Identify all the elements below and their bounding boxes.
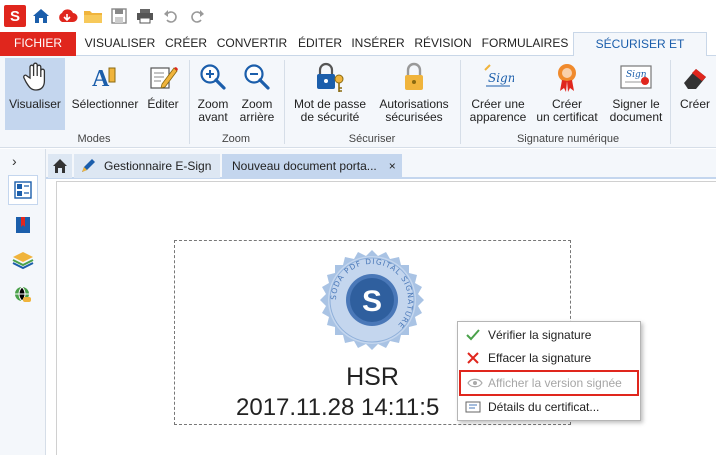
group-separator bbox=[460, 60, 461, 144]
eraser-icon bbox=[674, 58, 716, 96]
tab-formulaires[interactable]: FORMULAIRES bbox=[478, 32, 572, 56]
delete-x-icon bbox=[458, 352, 488, 364]
creer-apparence-button[interactable]: Sign Créer une apparence bbox=[466, 58, 530, 130]
save-icon[interactable] bbox=[108, 5, 130, 27]
print-icon[interactable] bbox=[134, 5, 156, 27]
eye-icon bbox=[461, 378, 488, 388]
zoom-in-label-2: avant bbox=[198, 110, 228, 124]
edit-pencil-icon bbox=[143, 58, 183, 96]
creer-apparence-label-2: apparence bbox=[469, 110, 527, 124]
sign-document-icon: Sign bbox=[604, 58, 668, 96]
autorisations-label-2: sécurisées bbox=[385, 110, 443, 124]
hand-icon bbox=[5, 58, 65, 96]
seal-letter: S bbox=[362, 285, 382, 318]
lock-icon bbox=[374, 58, 454, 96]
bookmarks-panel-icon[interactable] bbox=[8, 210, 38, 240]
close-tab-icon[interactable]: × bbox=[389, 159, 396, 173]
group-label-signature: Signature numérique bbox=[516, 133, 620, 145]
expand-panel-icon[interactable]: › bbox=[12, 153, 17, 169]
menu-item-label: Effacer la signature bbox=[488, 351, 592, 365]
home-tab-icon bbox=[53, 159, 67, 173]
quick-access-toolbar: S bbox=[0, 0, 716, 32]
zoom-in-button[interactable]: Zoom avant bbox=[194, 58, 232, 130]
links-panel-icon[interactable] bbox=[8, 280, 38, 310]
group-label-zoom: Zoom bbox=[221, 133, 251, 145]
svg-text:Sign: Sign bbox=[488, 71, 514, 85]
menu-item-label: Afficher la version signée bbox=[488, 376, 622, 390]
menu-item-clear-signature[interactable]: Effacer la signature bbox=[458, 347, 640, 369]
undo-icon[interactable] bbox=[160, 5, 182, 27]
certificate-details-icon bbox=[458, 401, 488, 413]
group-separator bbox=[189, 60, 190, 144]
group-label-modes: Modes bbox=[77, 133, 111, 145]
tab-inserer[interactable]: INSÉRER bbox=[348, 32, 408, 56]
zoom-in-icon bbox=[194, 58, 232, 96]
svg-text:A: A bbox=[92, 66, 110, 92]
digital-signature-seal-icon: SODA PDF DIGITAL SIGNATURE S bbox=[316, 244, 428, 356]
left-panel: › bbox=[0, 149, 46, 455]
signer-document-button[interactable]: Sign Signer le document bbox=[604, 58, 668, 130]
menu-item-certificate-details[interactable]: Détails du certificat... bbox=[458, 396, 640, 418]
tab-new-document-label: Nouveau document porta... bbox=[232, 159, 377, 173]
zoom-out-button[interactable]: Zoom arrière bbox=[235, 58, 279, 130]
selectionner-button[interactable]: A Sélectionner bbox=[70, 58, 140, 130]
visualiser-label: Visualiser bbox=[9, 97, 61, 111]
text-select-icon: A bbox=[70, 58, 140, 96]
thumbnails-panel-icon[interactable] bbox=[8, 175, 38, 205]
tab-convertir[interactable]: CONVERTIR bbox=[212, 32, 292, 56]
signer-document-label-2: document bbox=[609, 110, 663, 124]
document-tab-bar: Gestionnaire E-Sign Nouveau document por… bbox=[46, 149, 716, 179]
tab-esign-label: Gestionnaire E-Sign bbox=[104, 159, 212, 173]
visualiser-button[interactable]: Visualiser bbox=[5, 58, 65, 130]
group-label-securiser: Sécuriser bbox=[348, 133, 396, 145]
tab-creer[interactable]: CRÉER bbox=[162, 32, 210, 56]
home-icon[interactable] bbox=[30, 5, 52, 27]
editer-label: Éditer bbox=[147, 97, 179, 111]
ribbon: Visualiser A Sélectionner Éditer Modes Z… bbox=[0, 56, 716, 148]
context-menu: Vérifier la signature Effacer la signatu… bbox=[457, 321, 641, 421]
creer-extra-label: Créer bbox=[679, 97, 710, 111]
redo-icon[interactable] bbox=[186, 5, 208, 27]
creer-certificat-label-2: un certificat bbox=[536, 110, 598, 124]
mot-de-passe-label-2: de sécurité bbox=[300, 110, 360, 124]
checkmark-icon bbox=[458, 329, 488, 341]
menu-tab-bar: FICHIER VISUALISER CRÉER CONVERTIR ÉDITE… bbox=[0, 32, 716, 73]
zoom-out-label-2: arrière bbox=[239, 110, 275, 124]
sign-appearance-icon: Sign bbox=[466, 58, 530, 96]
folder-icon[interactable] bbox=[82, 5, 104, 27]
app-logo-icon[interactable]: S bbox=[4, 5, 26, 27]
group-separator bbox=[670, 60, 671, 144]
tab-visualiser[interactable]: VISUALISER bbox=[80, 32, 160, 56]
tab-revision[interactable]: RÉVISION bbox=[410, 32, 476, 56]
tab-esign-manager[interactable]: Gestionnaire E-Sign bbox=[74, 154, 220, 178]
lock-key-icon bbox=[290, 58, 370, 96]
tab-securiser-et-signer[interactable]: SÉCURISER ET SIGNER bbox=[573, 32, 707, 73]
cloud-icon[interactable] bbox=[56, 5, 78, 27]
menu-item-label: Détails du certificat... bbox=[488, 400, 600, 414]
zoom-out-icon bbox=[235, 58, 279, 96]
menu-item-show-signed-version[interactable]: Afficher la version signée bbox=[459, 370, 639, 396]
tab-editer[interactable]: ÉDITER bbox=[294, 32, 346, 56]
menu-item-verify-signature[interactable]: Vérifier la signature bbox=[458, 324, 640, 346]
pen-icon bbox=[82, 159, 95, 172]
tab-new-document[interactable]: Nouveau document porta... × bbox=[222, 154, 402, 178]
group-separator bbox=[284, 60, 285, 144]
certificate-icon bbox=[534, 58, 600, 96]
layers-panel-icon[interactable] bbox=[8, 245, 38, 275]
creer-certificat-button[interactable]: Créer un certificat bbox=[534, 58, 600, 130]
mot-de-passe-button[interactable]: Mot de passe de sécurité bbox=[290, 58, 370, 130]
selectionner-label: Sélectionner bbox=[71, 97, 139, 111]
menu-item-label: Vérifier la signature bbox=[488, 328, 592, 342]
home-tab[interactable] bbox=[48, 154, 72, 178]
creer-extra-button[interactable]: Créer bbox=[674, 58, 716, 130]
tab-fichier[interactable]: FICHIER bbox=[0, 32, 76, 56]
autorisations-button[interactable]: Autorisations sécurisées bbox=[374, 58, 454, 130]
editer-button[interactable]: Éditer bbox=[143, 58, 183, 130]
